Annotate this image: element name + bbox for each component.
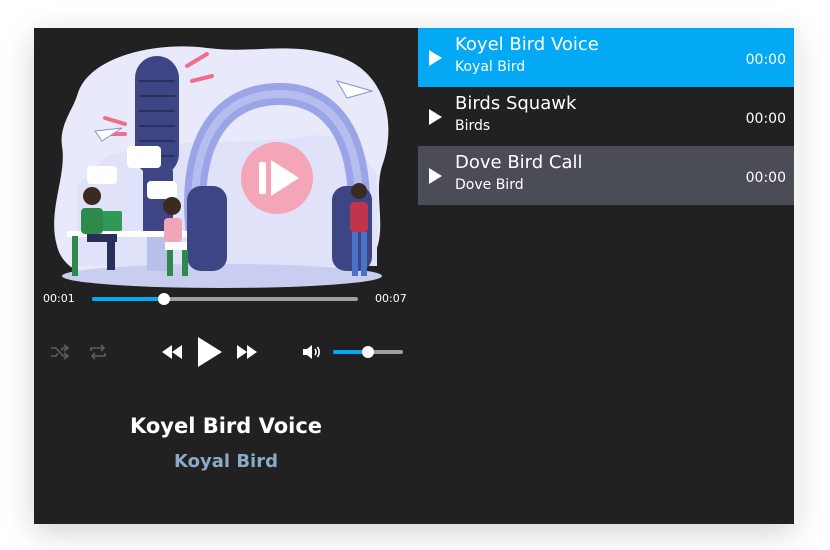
volume-slider[interactable] — [333, 346, 403, 358]
play-icon[interactable] — [429, 168, 442, 184]
track-title: Birds Squawk — [455, 93, 577, 114]
now-playing-artist: Koyal Bird — [174, 451, 278, 472]
track-title: Dove Bird Call — [455, 152, 583, 173]
music-player: 00:01 00:07 Koyel Bird Voice Koyal Bird … — [34, 28, 794, 524]
playlist: Koyel Bird Voice Koyal Bird 00:00 Birds … — [418, 28, 794, 205]
fast-forward-icon[interactable] — [236, 341, 258, 363]
playlist-item[interactable]: Dove Bird Call Dove Bird 00:00 — [418, 146, 794, 205]
shuffle-icon[interactable] — [48, 342, 72, 362]
track-duration: 00:00 — [745, 170, 786, 186]
playlist-item[interactable]: Birds Squawk Birds 00:00 — [418, 87, 794, 146]
play-icon[interactable] — [429, 109, 442, 125]
podcast-illustration — [54, 46, 389, 288]
track-title: Koyel Bird Voice — [455, 34, 599, 55]
track-duration: 00:00 — [745, 111, 786, 127]
seek-bar[interactable] — [92, 293, 358, 305]
now-playing-title: Koyel Bird Voice — [129, 414, 323, 438]
play-icon[interactable] — [429, 50, 442, 66]
rewind-icon[interactable] — [161, 341, 183, 363]
track-artist: Dove Bird — [455, 177, 524, 193]
track-artist: Birds — [455, 118, 491, 134]
playlist-item[interactable]: Koyel Bird Voice Koyal Bird 00:00 — [418, 28, 794, 87]
page-edge — [794, 28, 800, 524]
repeat-icon[interactable] — [86, 342, 110, 362]
play-icon[interactable] — [194, 334, 226, 370]
track-artist: Koyal Bird — [455, 59, 526, 75]
duration-time: 00:07 — [375, 292, 407, 305]
volume-thumb[interactable] — [362, 346, 374, 358]
seek-thumb[interactable] — [157, 293, 170, 305]
volume-icon[interactable] — [301, 342, 323, 362]
current-time: 00:01 — [43, 292, 75, 305]
seek-progress — [92, 297, 164, 301]
track-duration: 00:00 — [745, 52, 786, 68]
